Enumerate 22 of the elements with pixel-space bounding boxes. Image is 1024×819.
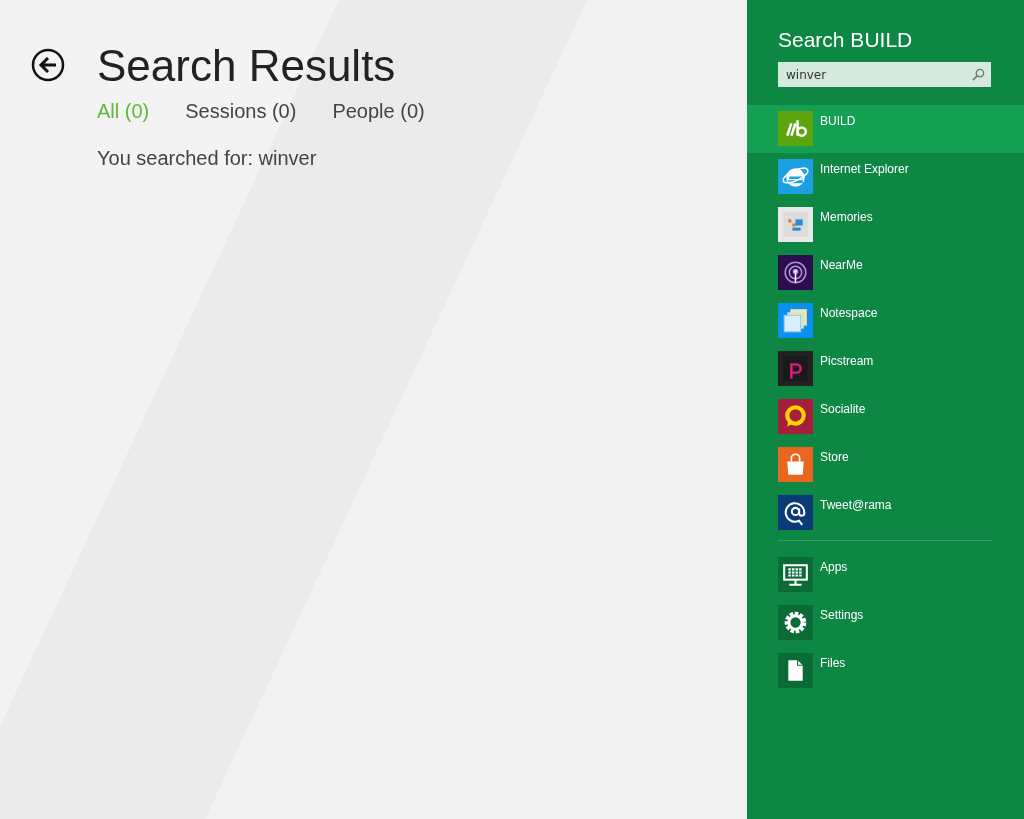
search-summary: You searched for: winver (97, 147, 318, 170)
pane-title: Search BUILD (777, 28, 914, 52)
app-result-item[interactable]: Notespace (747, 297, 1024, 345)
settings-icon (778, 605, 813, 640)
app-result-item[interactable]: Tweet@rama (747, 489, 1024, 537)
search-field[interactable]: winver (778, 62, 991, 87)
app-result-item[interactable]: BUILD (747, 105, 1024, 153)
app-result-item[interactable]: Internet Explorer (747, 153, 1024, 201)
filter-tab[interactable]: People (0) (332, 100, 425, 123)
app-result-item[interactable]: Socialite (747, 393, 1024, 441)
app-result-item[interactable]: Memories (747, 201, 1024, 249)
page-title: Search Results (97, 40, 397, 92)
monitor-icon (778, 557, 813, 592)
search-place-item[interactable]: Apps (747, 551, 1024, 599)
app-result-item[interactable]: Picstream (747, 345, 1024, 393)
filter-tab[interactable]: Sessions (0) (185, 100, 297, 123)
search-place-item[interactable]: Settings (747, 599, 1024, 647)
search-icon[interactable] (972, 68, 985, 81)
app-result-item[interactable]: NearMe (747, 249, 1024, 297)
app-result-item[interactable]: Store (747, 441, 1024, 489)
search-place-item[interactable]: Files (747, 647, 1024, 695)
document-icon (778, 653, 813, 688)
